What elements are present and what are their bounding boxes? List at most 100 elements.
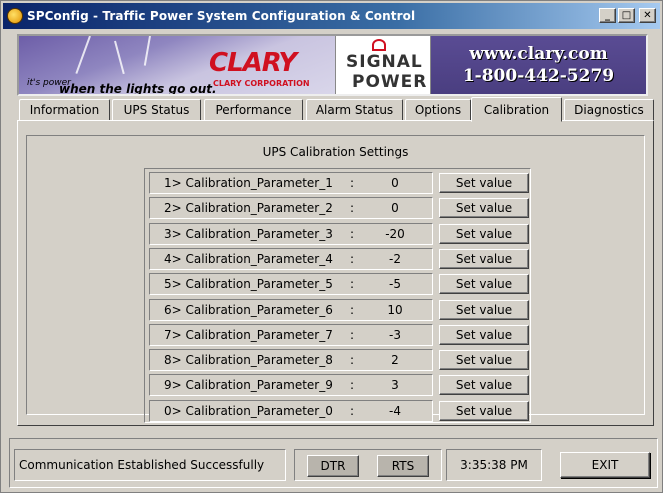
set-value-button[interactable]: Set value — [439, 400, 529, 421]
parameter-separator: : — [350, 378, 355, 393]
parameter-separator: : — [350, 353, 355, 368]
set-value-button[interactable]: Set value — [439, 198, 529, 219]
tab-ups-status[interactable]: UPS Status — [112, 99, 201, 121]
close-icon: ✕ — [643, 9, 652, 21]
calibration-row: 2> Calibration_Parameter_2: 0 Set value — [149, 197, 529, 220]
title-bar[interactable]: SPConfig - Traffic Power System Configur… — [3, 3, 660, 29]
parameter-label-box: 9> Calibration_Parameter_9: 3 — [149, 374, 433, 397]
set-value-button[interactable]: Set value — [439, 248, 529, 269]
app-icon[interactable] — [7, 8, 23, 24]
parameter-name: 3> Calibration_Parameter_3 — [164, 226, 333, 241]
window-controls: _ □ ✕ — [599, 8, 656, 23]
parameter-name: 5> Calibration_Parameter_5 — [164, 277, 333, 292]
parameter-separator: : — [350, 327, 355, 342]
product-line1: SIGNAL — [346, 52, 423, 72]
parameter-value: -2 — [389, 251, 401, 266]
parameter-separator: : — [350, 201, 355, 216]
parameter-value: -3 — [389, 327, 401, 342]
parameter-label-box: 4> Calibration_Parameter_4: -2 — [149, 247, 433, 270]
signal-power-logo: SIGNAL POWER — [335, 36, 431, 94]
parameter-name: 8> Calibration_Parameter_8 — [164, 353, 333, 368]
tab-performance[interactable]: Performance — [204, 99, 303, 121]
close-button[interactable]: ✕ — [639, 8, 656, 23]
rts-button[interactable]: RTS — [377, 455, 429, 477]
calibration-row: 3> Calibration_Parameter_3: -20 Set value — [149, 222, 529, 245]
parameter-separator: : — [350, 226, 355, 241]
maximize-icon: □ — [621, 9, 632, 21]
calibration-group: UPS Calibration Settings 1> Calibration_… — [26, 135, 645, 423]
set-value-button[interactable]: Set value — [439, 223, 529, 244]
set-value-button[interactable]: Set value — [439, 375, 529, 396]
tab-calibration[interactable]: Calibration — [471, 97, 562, 122]
tagline-main: when the lights go out. — [59, 82, 217, 94]
product-line2: POWER — [352, 72, 428, 92]
parameter-name: 1> Calibration_Parameter_1 — [164, 176, 333, 190]
company-name: CLARY CORPORATION — [213, 79, 310, 88]
set-value-button[interactable]: Set value — [439, 324, 529, 345]
set-value-button[interactable]: Set value — [439, 299, 529, 320]
parameter-separator: : — [350, 251, 355, 266]
calibration-row: 9> Calibration_Parameter_9: 3 Set value — [149, 374, 529, 397]
calibration-row: 0> Calibration_Parameter_0: -4 Set value — [149, 399, 529, 422]
serial-signal-group: DTR RTS — [294, 449, 442, 481]
set-value-button[interactable]: Set value — [439, 274, 529, 295]
contact-info: www.clary.com 1-800-442-5279 — [431, 36, 646, 94]
tab-information[interactable]: Information — [19, 99, 110, 121]
status-bar: Communication Established Successfully D… — [9, 438, 658, 488]
calibration-row: 4> Calibration_Parameter_4: -2 Set value — [149, 247, 529, 270]
parameter-name: 2> Calibration_Parameter_2 — [164, 201, 333, 216]
calibration-row: 1> Calibration_Parameter_1: 0 Set value — [149, 172, 529, 194]
maximize-button[interactable]: □ — [618, 8, 635, 23]
parameter-value: 0 — [391, 201, 399, 216]
parameter-label-box: 6> Calibration_Parameter_6: 10 — [149, 298, 433, 321]
lightning-icon — [143, 36, 151, 66]
parameter-name: 6> Calibration_Parameter_6 — [164, 302, 333, 317]
calibration-panel: UPS Calibration Settings 1> Calibration_… — [17, 120, 654, 426]
clary-logo: CLARY — [209, 48, 297, 78]
calibration-row: 7> Calibration_Parameter_7: -3 Set value — [149, 323, 529, 346]
parameter-value: 0 — [391, 176, 399, 190]
parameter-label-box: 2> Calibration_Parameter_2: 0 — [149, 197, 433, 220]
parameter-name: 9> Calibration_Parameter_9 — [164, 378, 333, 393]
app-window: SPConfig - Traffic Power System Configur… — [0, 0, 663, 493]
set-value-button[interactable]: Set value — [439, 173, 529, 193]
exit-button[interactable]: EXIT — [560, 452, 650, 478]
minimize-icon: _ — [605, 9, 610, 21]
phone: 1-800-442-5279 — [462, 66, 615, 86]
parameter-label-box: 1> Calibration_Parameter_1: 0 — [149, 172, 433, 194]
parameter-label-box: 7> Calibration_Parameter_7: -3 — [149, 323, 433, 346]
parameter-label-box: 8> Calibration_Parameter_8: 2 — [149, 349, 433, 372]
parameter-name: 4> Calibration_Parameter_4 — [164, 251, 333, 266]
clary-banner: CLARY CLARY CORPORATION it's power when … — [19, 36, 335, 94]
parameter-separator: : — [350, 403, 355, 418]
lightning-icon — [75, 36, 91, 74]
tab-diagnostics[interactable]: Diagnostics — [564, 99, 654, 121]
parameter-label-box: 3> Calibration_Parameter_3: -20 — [149, 222, 433, 245]
parameter-separator: : — [350, 302, 355, 317]
status-message: Communication Established Successfully — [14, 449, 286, 481]
calibration-row: 5> Calibration_Parameter_5: -5 Set value — [149, 273, 529, 296]
lightning-icon — [114, 40, 125, 75]
tab-bar: Information UPS Status Performance Alarm… — [19, 97, 656, 122]
parameter-label-box: 0> Calibration_Parameter_0: -4 — [149, 399, 433, 422]
parameter-list: 1> Calibration_Parameter_1:0 Set value 2> … — [144, 168, 531, 423]
parameter-value: -4 — [389, 403, 401, 418]
parameter-value: 10 — [387, 302, 403, 317]
calibration-row: 6> Calibration_Parameter_6: 10 Set value — [149, 298, 529, 321]
parameter-value: 2 — [391, 353, 399, 368]
dtr-button[interactable]: DTR — [307, 455, 359, 477]
calibration-title: UPS Calibration Settings — [262, 145, 409, 159]
website: www.clary.com — [469, 44, 608, 64]
set-value-button[interactable]: Set value — [439, 350, 529, 371]
tab-alarm-status[interactable]: Alarm Status — [306, 99, 403, 121]
clock: 3:35:38 PM — [446, 449, 542, 481]
parameter-name: 0> Calibration_Parameter_0 — [164, 403, 333, 418]
parameter-label-box: 5> Calibration_Parameter_5: -5 — [149, 273, 433, 296]
parameter-separator: : — [350, 277, 355, 292]
calibration-row: 8> Calibration_Parameter_8: 2 Set value — [149, 349, 529, 372]
window-title: SPConfig - Traffic Power System Configur… — [27, 9, 416, 23]
parameter-value: 3 — [391, 378, 399, 393]
minimize-button[interactable]: _ — [599, 8, 616, 23]
tab-options[interactable]: Options — [405, 99, 471, 121]
parameter-separator: : — [350, 176, 355, 190]
